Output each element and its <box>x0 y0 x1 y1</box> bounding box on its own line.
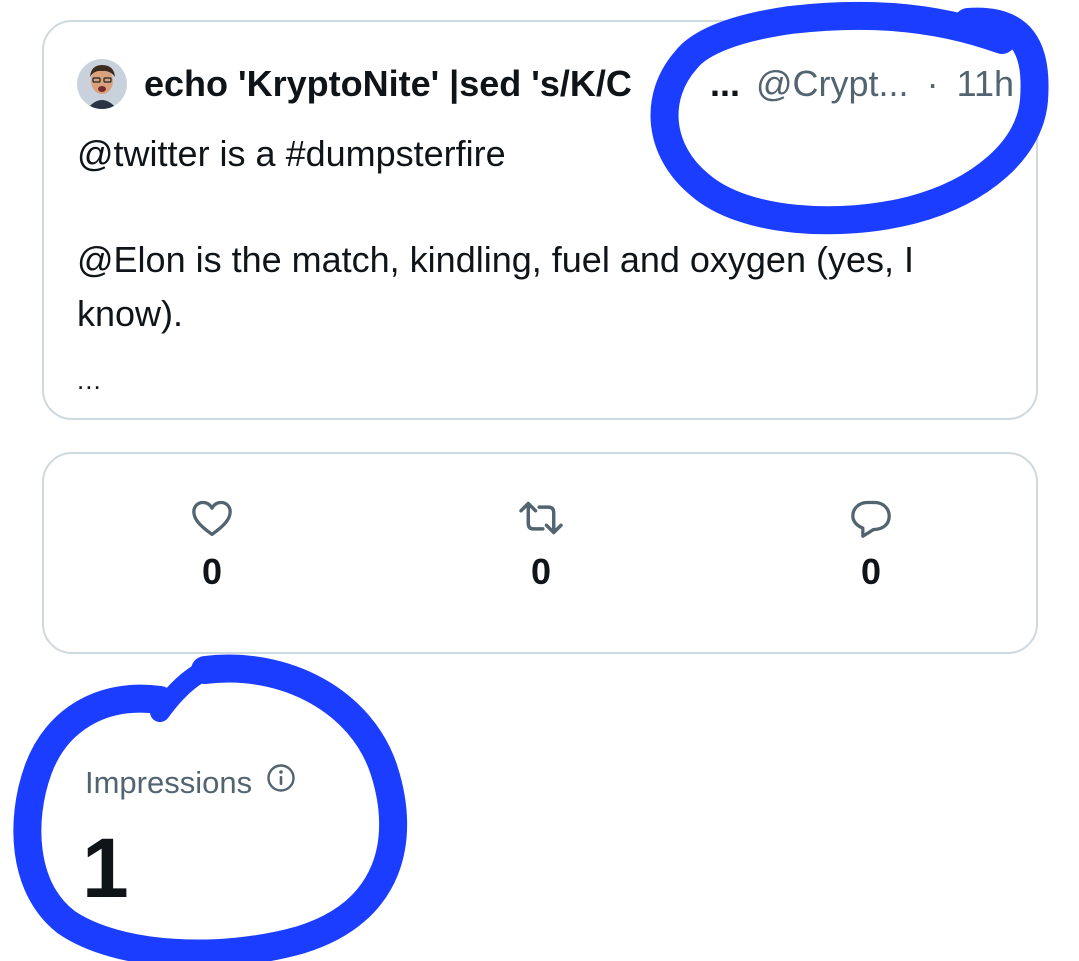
engagement-card: 0 0 0 <box>42 452 1038 654</box>
like-count: 0 <box>201 551 223 592</box>
tweet-text: @twitter is a #dumpsterfire @Elon is the… <box>77 127 1007 341</box>
handle-and-time: @Crypt... · 11h <box>756 62 1014 106</box>
impressions-label: Impressions <box>85 763 296 803</box>
reply-icon <box>851 500 891 538</box>
display-name[interactable]: echo 'KryptoNite' |sed 's/K/C <box>144 62 704 106</box>
retweet-button[interactable]: 0 <box>481 498 601 592</box>
impressions-label-text: Impressions <box>85 765 253 800</box>
heart-icon <box>192 500 232 536</box>
reply-count: 0 <box>860 551 882 592</box>
retweet-icon <box>519 501 563 535</box>
show-more[interactable]: ... <box>77 367 102 393</box>
like-button[interactable]: 0 <box>152 498 272 592</box>
tweet-card[interactable]: echo 'KryptoNite' |sed 's/K/C ... @Crypt… <box>42 20 1038 420</box>
avatar-image <box>77 59 127 109</box>
tweet-line: @Elon is the match, kindling, fuel and o… <box>77 239 914 334</box>
tweet-header: echo 'KryptoNite' |sed 's/K/C ... @Crypt… <box>144 60 1022 110</box>
retweet-count: 0 <box>530 551 552 592</box>
display-name-ellipsis: ... <box>710 63 741 104</box>
impressions-count: 1 <box>82 821 129 915</box>
tweet-line: @twitter is a #dumpsterfire <box>77 133 506 174</box>
info-icon[interactable] <box>266 763 296 803</box>
handle[interactable]: @Crypt... <box>756 63 909 104</box>
avatar[interactable] <box>77 59 127 109</box>
reply-button[interactable]: 0 <box>811 498 931 592</box>
tweet-time[interactable]: 11h <box>957 63 1014 104</box>
separator-dot: · <box>926 63 939 104</box>
